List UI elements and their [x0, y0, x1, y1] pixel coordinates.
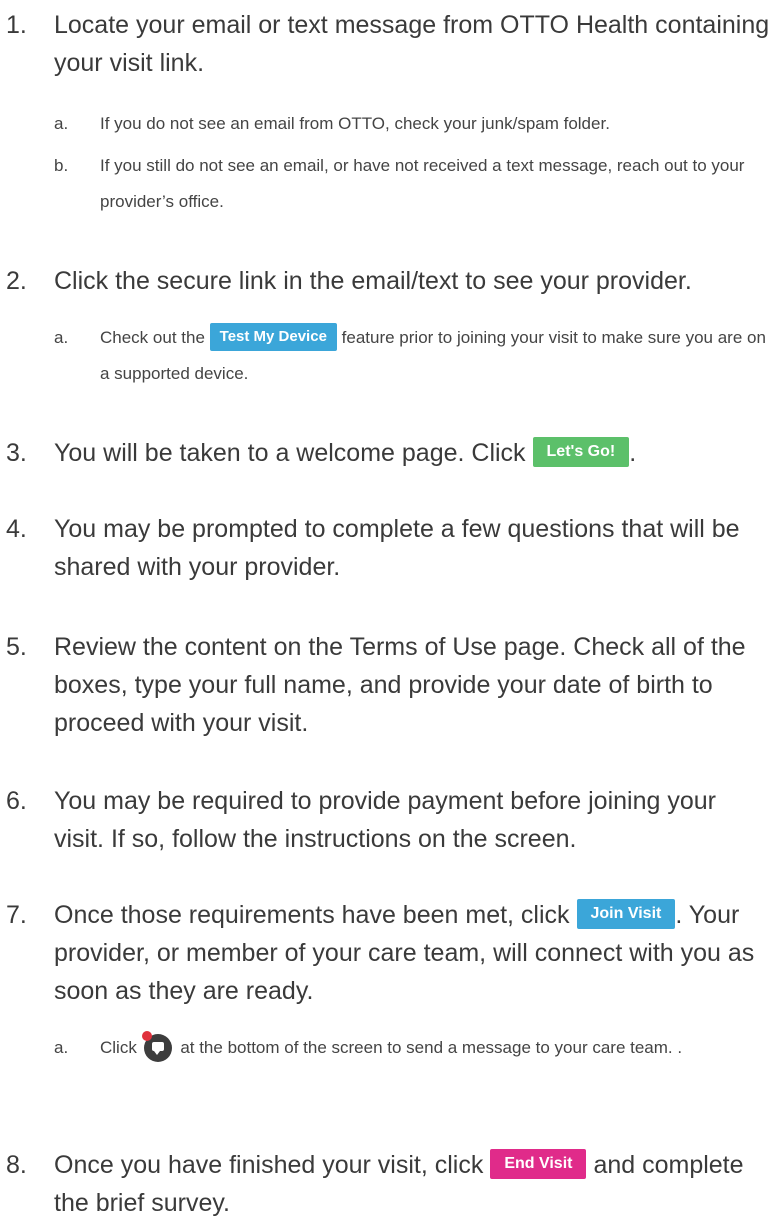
step-number: 2.	[6, 267, 27, 295]
step-number: 1.	[6, 11, 27, 39]
sub-text: Click at the bottom of the screen to sen…	[100, 1030, 768, 1066]
sub-text: If you still do not see an email, or hav…	[100, 156, 745, 211]
sub-number: a.	[54, 328, 69, 347]
step-text: Review the content on the Terms of Use p…	[54, 633, 746, 737]
step-number: 7.	[6, 901, 27, 929]
step-text-before: Once you have finished your visit, click	[54, 1151, 484, 1179]
sub-text-after: at the bottom of the screen to send a me…	[180, 1038, 683, 1057]
step-text-before: Once those requirements have been met, c…	[54, 901, 570, 929]
join-visit-button[interactable]: Join Visit	[576, 899, 676, 930]
step-text-before: You will be taken to a welcome page. Cli…	[54, 439, 526, 467]
test-my-device-button[interactable]: Test My Device	[209, 322, 337, 351]
step-number: 5.	[6, 633, 27, 661]
step-text: Click the secure link in the email/text …	[54, 267, 692, 295]
lets-go-button[interactable]: Let's Go!	[532, 437, 630, 468]
notification-dot-icon	[141, 1030, 152, 1041]
end-visit-button[interactable]: End Visit	[490, 1149, 587, 1180]
step-number: 3.	[6, 439, 27, 467]
sub-number: b.	[54, 156, 69, 175]
step-text-after: .	[629, 439, 637, 467]
sub-text: Check out the Test My Device feature pri…	[100, 320, 768, 392]
step-text: Locate your email or text message from O…	[54, 11, 770, 77]
sub-text-before: Click	[100, 1038, 137, 1057]
step-text: You will be taken to a welcome page. Cli…	[54, 434, 772, 472]
chat-icon[interactable]	[141, 1030, 174, 1062]
step-text: You may be required to provide payment b…	[54, 787, 716, 853]
step-text: Once those requirements have been met, c…	[54, 896, 772, 1010]
step-text: You may be prompted to complete a few qu…	[54, 515, 740, 581]
chat-bubble-icon	[151, 1041, 164, 1055]
step-number: 8.	[6, 1151, 27, 1179]
sub-text-before: Check out the	[100, 328, 205, 347]
step-number: 6.	[6, 787, 27, 815]
sub-number: a.	[54, 114, 69, 133]
step-text: Once you have finished your visit, click…	[54, 1146, 772, 1222]
step-number: 4.	[6, 515, 27, 543]
sub-number: a.	[54, 1038, 69, 1057]
sub-text: If you do not see an email from OTTO, ch…	[100, 114, 610, 133]
